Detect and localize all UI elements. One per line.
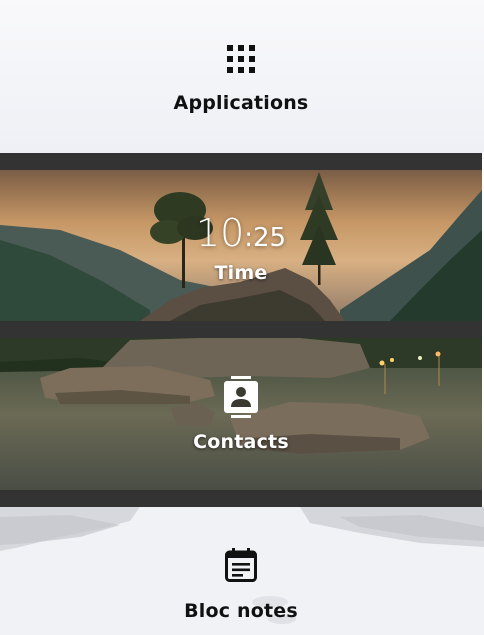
contacts-tile[interactable]: Contacts bbox=[0, 338, 482, 490]
notes-tile[interactable]: Bloc notes bbox=[0, 507, 484, 635]
apps-grid-icon bbox=[227, 45, 255, 73]
separator bbox=[0, 153, 482, 170]
notes-label: Bloc notes bbox=[184, 600, 298, 622]
clock-minutes: 25 bbox=[253, 223, 287, 253]
notepad-icon bbox=[225, 548, 257, 582]
applications-tile[interactable]: Applications bbox=[0, 0, 484, 153]
separator bbox=[0, 490, 482, 507]
contact-card-icon bbox=[224, 376, 258, 418]
separator bbox=[0, 321, 482, 338]
clock-hours: 10 bbox=[195, 211, 245, 255]
launcher-screen: Applications 10:25 Time Contacts Bloc no… bbox=[0, 0, 484, 635]
time-label: Time bbox=[214, 262, 268, 284]
applications-label: Applications bbox=[173, 92, 309, 114]
clock-separator: : bbox=[244, 223, 254, 253]
contacts-label: Contacts bbox=[193, 431, 289, 453]
clock-display: 10:25 bbox=[0, 214, 482, 252]
time-tile[interactable]: 10:25 Time bbox=[0, 170, 482, 321]
